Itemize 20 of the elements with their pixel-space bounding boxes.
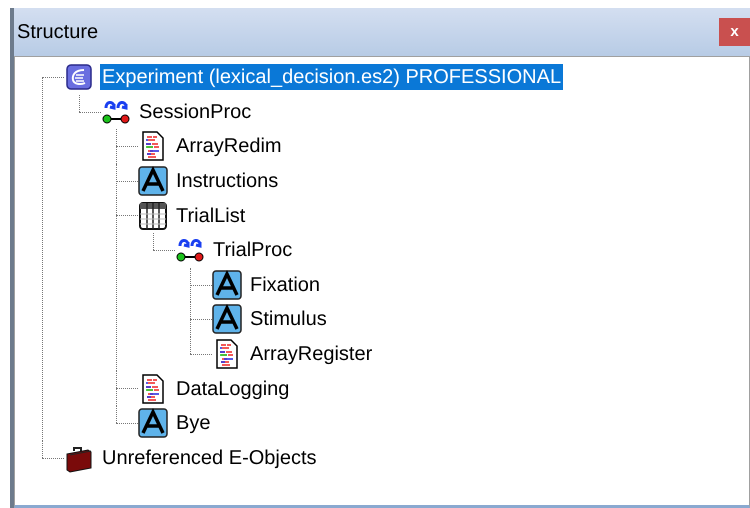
tree-item[interactable]: Experiment (lexical_decision.es2) PROFESSIONAL <box>100 64 564 90</box>
close-button[interactable]: x <box>719 18 750 46</box>
tree-item[interactable]: TrialList <box>174 202 248 229</box>
tree-item[interactable]: Unreferenced E-Objects <box>100 444 319 471</box>
tree-item[interactable]: ArrayRedim <box>174 133 284 160</box>
tree-item[interactable]: ArrayRegister <box>248 341 374 368</box>
tree-item[interactable]: SessionProc <box>137 98 254 125</box>
letter-a-icon <box>138 166 168 196</box>
letter-a-icon <box>138 408 168 438</box>
experiment-icon <box>64 62 94 92</box>
tree-item[interactable]: Fixation <box>248 272 322 298</box>
tree-item[interactable]: Stimulus <box>248 306 329 332</box>
tree-item[interactable]: DataLogging <box>174 376 292 402</box>
tree-item[interactable]: TrialProc <box>211 237 294 264</box>
tree-item[interactable]: Instructions <box>174 168 280 194</box>
window-title: Structure <box>17 20 98 45</box>
letter-a-icon <box>212 304 242 334</box>
letter-a-icon <box>212 270 242 300</box>
tree-item[interactable]: Bye <box>174 410 212 436</box>
table-icon <box>138 200 168 231</box>
